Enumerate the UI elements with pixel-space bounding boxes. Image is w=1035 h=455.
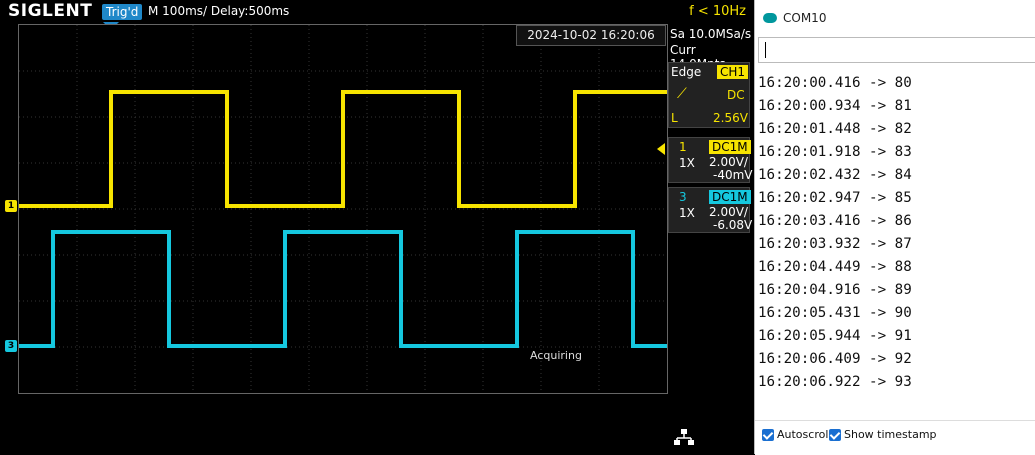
ch3-number: 3 — [679, 190, 687, 204]
serial-line: 16:20:06.922 -> 93 — [758, 374, 912, 390]
ch3-coupling: DC1M — [709, 190, 751, 204]
trigger-status-badge: Trig'd — [102, 4, 143, 20]
show-timestamp-checkbox[interactable] — [829, 429, 841, 441]
serial-line: 16:20:00.934 -> 81 — [758, 98, 912, 114]
serial-monitor-window: COM10 16:20:00.416 -> 80 16:20:00.934 ->… — [754, 0, 1035, 455]
waveform-svg — [19, 25, 667, 393]
trigger-source: CH1 — [717, 65, 749, 79]
autoscroll-checkbox[interactable] — [762, 429, 774, 441]
trigger-coupling: DC — [727, 88, 745, 102]
ch3-panel[interactable]: 3 DC1M 1X 2.00V/ -6.08V — [668, 187, 753, 233]
ch1-coupling: DC1M — [709, 140, 751, 154]
show-timestamp-label: Show timestamp — [844, 428, 937, 441]
ch3-ground-marker[interactable]: 3 — [5, 340, 17, 352]
ch1-vdiv: 2.00V/ — [709, 155, 748, 169]
ch3-waveform — [19, 230, 667, 348]
serial-line: 16:20:02.432 -> 84 — [758, 167, 912, 183]
trigger-level-label: L — [671, 111, 678, 125]
serial-send-input[interactable] — [758, 37, 1035, 63]
serial-line: 16:20:00.416 -> 80 — [758, 75, 912, 91]
ch1-number: 1 — [679, 140, 687, 154]
ch1-panel[interactable]: 1 DC1M 1X 2.00V/ -40mV — [668, 137, 753, 183]
scope-top-bar: SIGLENT Trig'd M 100ms/ Delay:500ms f < … — [0, 0, 754, 22]
serial-line: 16:20:05.431 -> 90 — [758, 305, 912, 321]
rising-edge-icon: ⟋ — [677, 86, 687, 102]
acquiring-status: Acquiring — [530, 349, 582, 362]
ch1-offset: -40mV — [713, 168, 753, 182]
trigger-type: Edge — [671, 65, 702, 79]
ch3-offset: -6.08V — [713, 218, 753, 232]
arduino-icon — [763, 13, 777, 23]
serial-line: 16:20:03.416 -> 86 — [758, 213, 912, 229]
serial-line: 16:20:04.449 -> 88 — [758, 259, 912, 275]
sample-rate-readout: Sa 10.0MSa/s — [670, 27, 752, 41]
serial-line: 16:20:05.944 -> 91 — [758, 328, 912, 344]
frequency-readout: f < 10Hz — [689, 4, 746, 19]
text-caret — [765, 42, 766, 58]
datetime-display: 2024-10-02 16:20:06 — [516, 25, 666, 46]
serial-window-title: COM10 — [783, 11, 827, 25]
siglent-logo: SIGLENT — [8, 1, 93, 21]
serial-line: 16:20:04.916 -> 89 — [758, 282, 912, 298]
trigger-level-marker-icon — [657, 143, 665, 155]
serial-line: 16:20:06.409 -> 92 — [758, 351, 912, 367]
trigger-panel[interactable]: Edge CH1 ⟋ DC L 2.56V — [668, 62, 750, 128]
autoscroll-label: Autoscroll — [777, 428, 832, 441]
timebase-readout: M 100ms/ Delay:500ms — [148, 4, 290, 18]
oscilloscope-screen: SIGLENT Trig'd M 100ms/ Delay:500ms f < … — [0, 0, 754, 454]
serial-line: 16:20:03.932 -> 87 — [758, 236, 912, 252]
ch3-probe: 1X — [679, 206, 695, 220]
ch1-ground-marker[interactable]: 1 — [5, 200, 17, 212]
serial-line: 16:20:02.947 -> 85 — [758, 190, 912, 206]
network-icon — [674, 429, 694, 445]
serial-line: 16:20:01.918 -> 83 — [758, 144, 912, 160]
ch1-probe: 1X — [679, 156, 695, 170]
waveform-grid — [18, 24, 668, 394]
serial-line: 16:20:01.448 -> 82 — [758, 121, 912, 137]
serial-output: 16:20:00.416 -> 80 16:20:00.934 -> 81 16… — [758, 72, 1034, 394]
serial-title-bar: COM10 — [755, 0, 1035, 36]
serial-footer: Autoscroll Show timestamp — [755, 420, 1035, 455]
trigger-level: 2.56V — [713, 111, 748, 125]
ch3-vdiv: 2.00V/ — [709, 205, 748, 219]
ch1-waveform — [19, 90, 667, 208]
